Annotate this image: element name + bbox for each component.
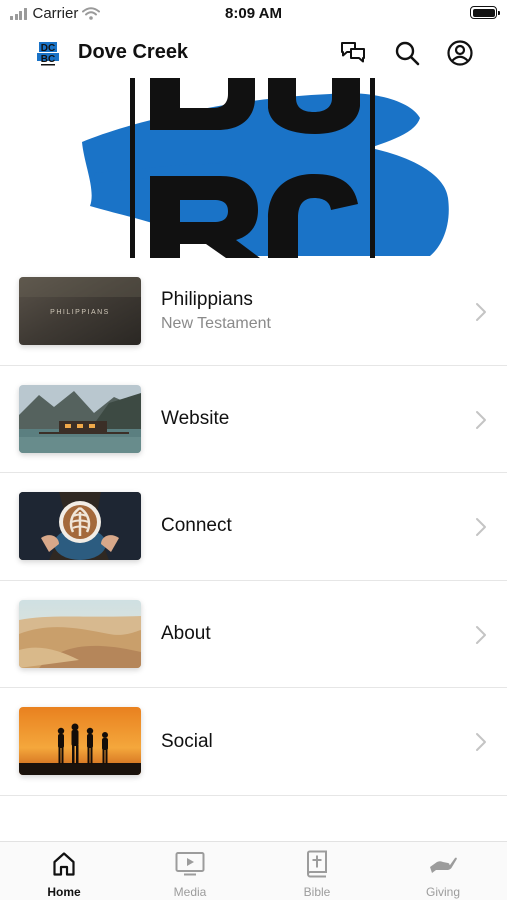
chevron-right-icon bbox=[476, 410, 486, 429]
sunset-family-image bbox=[19, 707, 141, 776]
chat-icon bbox=[341, 42, 365, 63]
list-item-connect[interactable]: Connect bbox=[0, 473, 507, 581]
tab-home[interactable]: Home bbox=[14, 850, 114, 899]
list-item-website[interactable]: Website bbox=[0, 366, 507, 474]
item-subtitle: New Testament bbox=[161, 315, 271, 333]
tab-bar: Home Media Bible Giving bbox=[0, 841, 507, 900]
home-icon bbox=[53, 852, 75, 876]
tab-label: Media bbox=[173, 885, 207, 899]
hero-logo-image bbox=[82, 78, 449, 258]
philippians-thumb-text: PHILIPPIANS bbox=[50, 309, 110, 316]
coffee-cup-image bbox=[19, 492, 141, 561]
giving-icon bbox=[430, 857, 457, 873]
tab-label: Giving bbox=[425, 885, 460, 899]
status-time: 8:09 AM bbox=[225, 5, 282, 22]
tab-giving[interactable]: Giving bbox=[393, 850, 493, 899]
content-list: PHILIPPIANS Philippians New Testament We… bbox=[0, 258, 507, 796]
app-header: DC BC Dove Creek bbox=[0, 28, 507, 78]
list-item-philippians[interactable]: PHILIPPIANS Philippians New Testament bbox=[0, 258, 507, 366]
battery-icon bbox=[470, 6, 500, 19]
tab-label: Home bbox=[47, 885, 81, 899]
item-title: About bbox=[161, 623, 211, 645]
chevron-right-icon bbox=[476, 733, 486, 752]
hero-banner[interactable] bbox=[0, 78, 507, 258]
item-text: Philippians New Testament bbox=[161, 258, 271, 365]
desert-dunes-image bbox=[19, 599, 141, 668]
item-text: Social bbox=[161, 688, 213, 795]
svg-text:BC: BC bbox=[41, 54, 55, 65]
app-logo: DC BC bbox=[37, 42, 59, 66]
chevron-right-icon bbox=[476, 625, 486, 644]
item-text: Connect bbox=[161, 473, 232, 580]
status-bar: Carrier 8:09 AM bbox=[0, 0, 507, 28]
media-icon bbox=[175, 852, 205, 876]
search-icon bbox=[395, 41, 420, 66]
search-button[interactable] bbox=[392, 38, 422, 68]
svg-text:DC: DC bbox=[41, 43, 55, 54]
page-title: Dove Creek bbox=[78, 41, 189, 63]
tab-media[interactable]: Media bbox=[140, 850, 240, 899]
item-text: About bbox=[161, 581, 211, 688]
philippians-image: PHILIPPIANS bbox=[19, 277, 141, 345]
profile-icon bbox=[447, 40, 473, 66]
chevron-right-icon bbox=[476, 518, 486, 537]
item-text: Website bbox=[161, 366, 229, 473]
lake-cabin-image bbox=[19, 384, 141, 453]
list-item-about[interactable]: About bbox=[0, 581, 507, 689]
chat-button[interactable] bbox=[338, 38, 368, 68]
item-title: Philippians bbox=[161, 289, 253, 311]
tab-bible[interactable]: Bible bbox=[267, 850, 367, 899]
profile-button[interactable] bbox=[445, 38, 475, 68]
bible-icon bbox=[307, 850, 327, 878]
tab-label: Bible bbox=[303, 885, 331, 899]
list-item-social[interactable]: Social bbox=[0, 688, 507, 796]
chevron-right-icon bbox=[476, 303, 486, 321]
item-title: Connect bbox=[161, 515, 232, 537]
item-title: Website bbox=[161, 407, 230, 429]
item-title: Social bbox=[161, 730, 213, 752]
